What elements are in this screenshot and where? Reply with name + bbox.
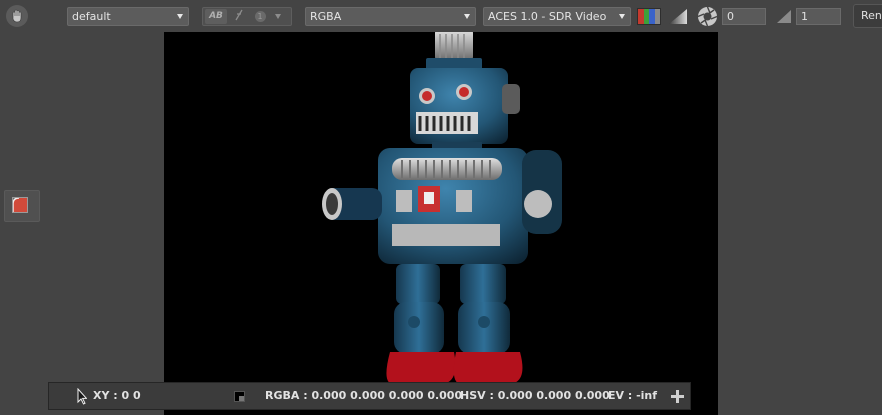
toy-robot-render bbox=[322, 32, 562, 384]
ab-compare-group: AB 1 bbox=[202, 7, 292, 26]
channel-index-badge[interactable]: 1 bbox=[253, 9, 267, 24]
render-button[interactable]: Render bbox=[853, 4, 882, 28]
ab-toggle-button[interactable]: AB bbox=[205, 9, 227, 24]
gamma-input[interactable]: 1 bbox=[796, 8, 841, 25]
gamma-slope-icon bbox=[776, 9, 792, 24]
plus-icon[interactable] bbox=[671, 390, 684, 403]
viewer-toolbar: default AB 1 RGBA ACES 1.0 - SDR Video 0… bbox=[0, 0, 882, 32]
region-tool-button[interactable] bbox=[4, 190, 40, 222]
chevron-down-icon bbox=[619, 14, 625, 19]
aperture-icon bbox=[697, 6, 718, 27]
ev-readout: EV : -inf bbox=[608, 389, 658, 402]
chevron-down-icon bbox=[464, 14, 470, 19]
channel-index-dropdown[interactable] bbox=[271, 9, 285, 24]
region-icon bbox=[12, 197, 28, 213]
channel-display-button[interactable] bbox=[637, 8, 661, 25]
exposure-input[interactable]: 0 bbox=[722, 8, 766, 25]
display-transform-dropdown[interactable]: ACES 1.0 - SDR Video bbox=[483, 7, 631, 26]
preset-value: default bbox=[72, 10, 111, 23]
chevron-down-icon bbox=[275, 14, 281, 19]
channels-value: RGBA bbox=[310, 10, 342, 23]
pixel-color-swatch bbox=[234, 391, 245, 402]
gamma-toggle-button[interactable] bbox=[668, 8, 688, 25]
rgba-readout: RGBA : 0.000 0.000 0.000 0.000 bbox=[265, 389, 463, 402]
display-transform-value: ACES 1.0 - SDR Video bbox=[488, 10, 607, 23]
wipe-button[interactable] bbox=[230, 9, 248, 24]
preset-dropdown[interactable]: default bbox=[67, 7, 189, 26]
cursor-icon bbox=[77, 388, 87, 405]
pixel-info-bar: XY : 0 0 RGBA : 0.000 0.000 0.000 0.000 … bbox=[48, 382, 691, 410]
channels-dropdown[interactable]: RGBA bbox=[305, 7, 476, 26]
exposure-toggle-button[interactable] bbox=[697, 6, 718, 27]
gamma-ramp-icon bbox=[669, 9, 687, 24]
hand-icon bbox=[12, 9, 22, 23]
wipe-icon bbox=[235, 9, 243, 21]
hsv-readout: HSV : 0.000 0.000 0.000 bbox=[460, 389, 610, 402]
hand-tool-button[interactable] bbox=[6, 5, 28, 27]
image-viewport[interactable] bbox=[164, 32, 718, 415]
alpha-channel-icon bbox=[654, 9, 660, 24]
chevron-down-icon bbox=[177, 14, 183, 19]
xy-readout: XY : 0 0 bbox=[93, 389, 141, 402]
